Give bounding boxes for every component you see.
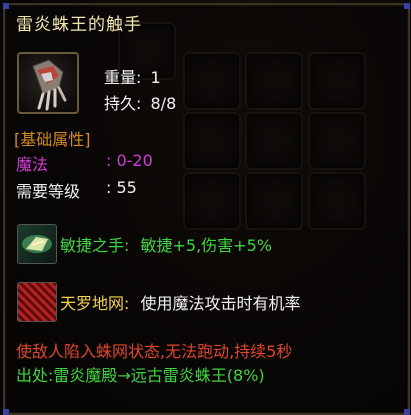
item-source: 出处:雷炎魔殿→远古雷炎蛛王(8%) [16, 366, 265, 385]
claw-gauntlet-icon [17, 52, 79, 114]
corner-ornament [3, 409, 9, 415]
level-row: 需要等级 : 55 [16, 178, 137, 202]
level-value: : 55 [106, 178, 137, 197]
skill-heaven-net: 天罗地网: 使用魔法攻击时有机率 [60, 290, 301, 314]
skill-agile-hand: 敏捷之手: 敏捷+5,伤害+5% [60, 232, 272, 256]
durability-value: 8/8 [150, 94, 177, 113]
level-label: 需要等级 [16, 182, 81, 201]
glowing-hand-icon [17, 224, 57, 264]
skill-name: 天罗地网: [60, 294, 130, 313]
skill-name: 敏捷之手: [60, 236, 130, 255]
item-name: 雷炎蛛王的触手 [16, 15, 142, 35]
magic-row: 魔法 : 0-20 [16, 151, 153, 175]
magic-label: 魔法 [16, 155, 49, 174]
durability-row: 持久: 8/8 [104, 90, 176, 114]
spider-web-icon [17, 282, 57, 322]
weight-row: 重量: 1 [104, 64, 161, 88]
skill-effect: 使用魔法攻击时有机率 [140, 294, 301, 313]
base-attributes-header: [基础属性] [14, 130, 91, 149]
weight-value: 1 [150, 68, 161, 87]
skill-description: 使敌人陷入蛛网状态,无法跑动,持续5秒 [16, 342, 293, 361]
magic-value: : 0-20 [106, 151, 153, 170]
corner-ornament [3, 3, 9, 9]
corner-ornament [404, 409, 410, 415]
skill-effect: 敏捷+5,伤害+5% [140, 236, 272, 255]
weight-label: 重量: [104, 68, 142, 87]
corner-ornament [404, 3, 410, 9]
durability-label: 持久: [104, 94, 142, 113]
